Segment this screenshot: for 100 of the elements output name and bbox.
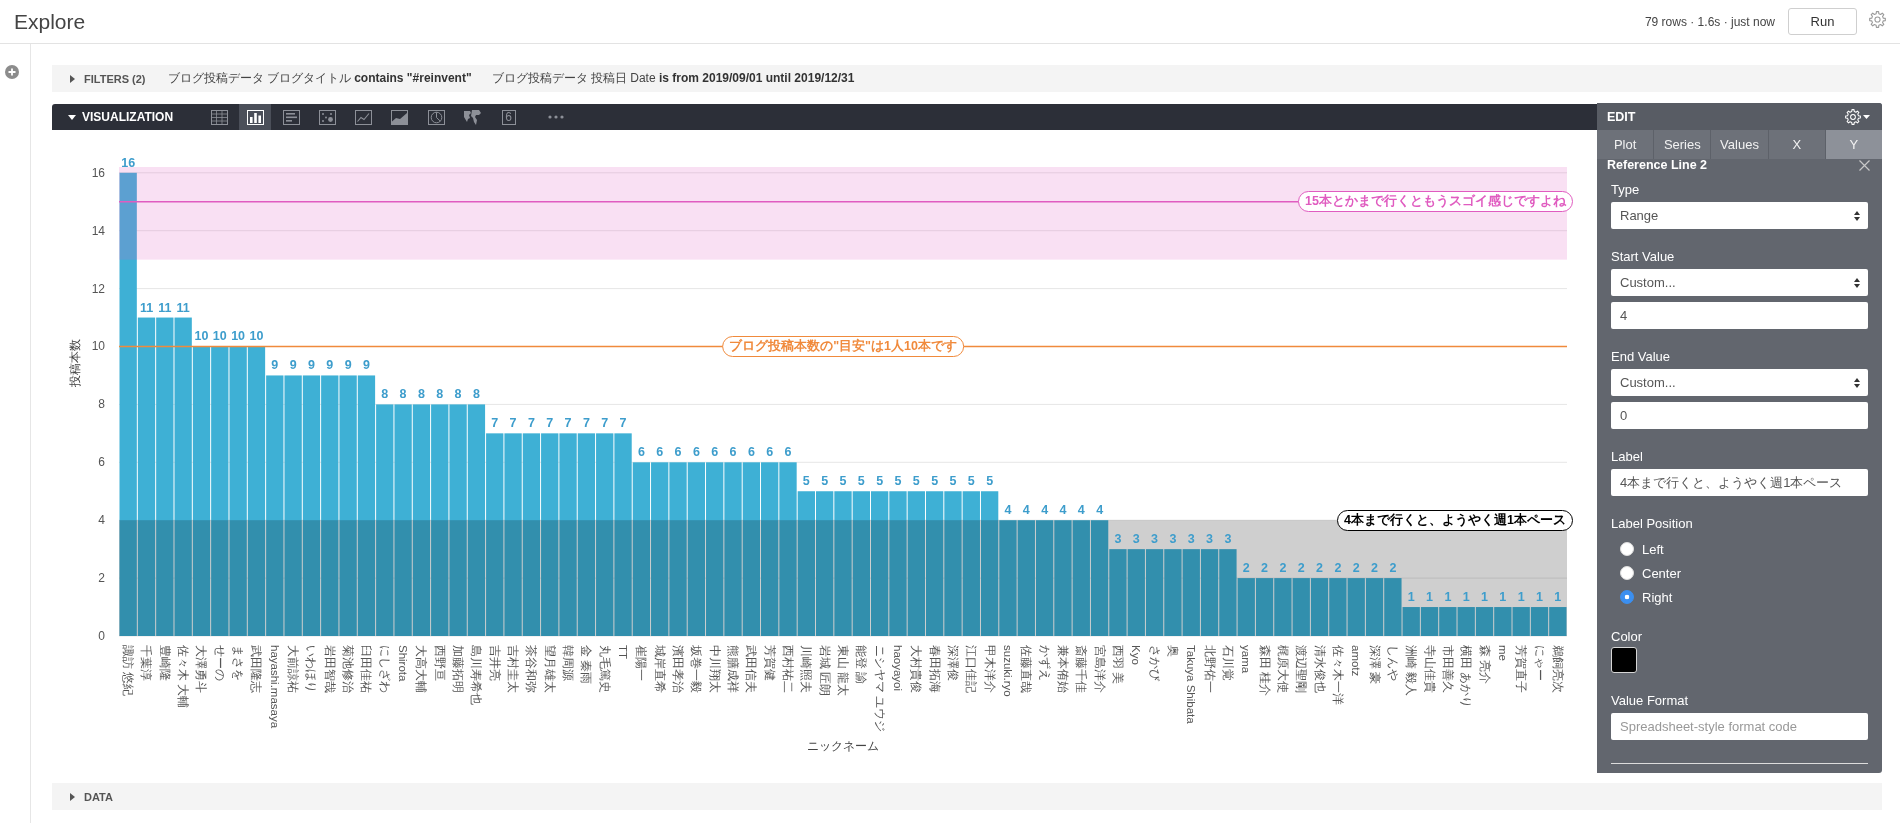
category-label: 城岸直希 [653,645,666,693]
value-label: 3 [1206,532,1214,547]
dropdown[interactable]: Range [1611,202,1868,229]
text-input[interactable]: 4 [1611,302,1868,329]
category-label: 梶原大使 [1276,645,1289,693]
caret-icon[interactable] [70,792,75,801]
tab[interactable]: Values [1711,130,1769,159]
data-toggle[interactable]: DATA [84,790,113,803]
category-label: 韓周源 [562,645,575,681]
category-label: 奥 [1166,645,1179,657]
settings-icon[interactable] [1869,11,1886,28]
run-button[interactable]: Run [1788,8,1857,35]
category-label: 崔陽一 [635,645,648,681]
category-label: 洲崎 毅人 [1405,645,1418,697]
value-label: 3 [1224,532,1232,547]
tick-label: 12 [91,281,105,296]
caret-icon[interactable] [68,114,76,120]
category-label: せーの [213,645,226,681]
category-label: 武田信夫 [745,645,758,693]
reference-label: 4本まで行くと、ようやく週1本ペース [1337,509,1573,531]
text-input[interactable]: Spreadsheet-style format code [1611,713,1868,740]
chart-type-button[interactable]: 6 [492,104,525,130]
category-label: 吉村圭太 [507,645,520,693]
more-icon [547,115,564,119]
value-label: 5 [802,474,810,489]
query-status: 79 rows · 1.6s · just now [1644,14,1775,29]
text-input[interactable]: 4本まで行くと、ようやく週1本ペース [1611,469,1868,496]
filter-expression: ブログ投稿データ ブログタイトル contains "#reinvent" [167,70,472,87]
category-label: 芳賀直子 [1515,645,1528,693]
category-label: いわほり [305,645,318,693]
field-label: Label Position [1611,516,1694,532]
field-label: Color [1611,629,1644,645]
column-chart-icon [246,109,264,125]
value-label: 4 [1077,503,1085,518]
dropdown[interactable]: Custom... [1611,369,1868,396]
reference-label: ブログ投稿本数の"目安"は1人10本です [722,336,964,357]
value-label: 3 [1114,532,1122,547]
caret-icon[interactable] [70,74,75,83]
category-label: 寺山佳貴 [1423,645,1436,693]
color-swatch[interactable] [1611,647,1637,673]
category-label: 市田善久 [1441,645,1454,693]
category-label: TT [617,645,630,660]
world-map-icon [463,109,481,125]
category-label: 西村祐二 [782,645,794,693]
text-input[interactable]: 0 [1611,402,1868,429]
value-label: 5 [967,474,975,489]
value-label: 1 [1499,590,1507,605]
tab[interactable]: Plot [1597,130,1655,159]
up-down-caret-icon [1854,210,1860,221]
tab[interactable]: X [1768,130,1826,159]
category-label: にゃー [1533,645,1546,681]
category-label: Shirota [397,645,410,682]
category-label: 佐藤直哉 [1020,645,1033,693]
section-title: Reference Line 2 [1607,158,1708,172]
bar [1475,607,1494,636]
field-label: Label [1611,449,1644,465]
value-label: 7 [491,416,499,431]
value-label: 8 [454,387,462,402]
value-label: 1 [1554,590,1562,605]
value-label: 10 [249,329,264,344]
value-label: 1 [1462,590,1470,605]
radio-button[interactable] [1620,590,1634,604]
tick-label: 4 [98,513,105,528]
category-label: 望月雄太 [543,645,556,693]
bar [1347,578,1365,636]
category-label: 諏訪 悠紀 [122,645,135,697]
value-label: 6 [637,445,645,460]
value-label: 5 [986,474,994,489]
radio-label[interactable]: Right [1642,589,1673,605]
chart-type-button[interactable] [239,104,272,130]
radio-label[interactable]: Left [1642,541,1664,557]
value-label: 9 [344,358,352,373]
visualization-toggle[interactable]: VISUALIZATION [82,110,174,124]
close-icon[interactable] [1859,159,1870,171]
filter-expression: ブログ投稿データ 投稿日 Date is from 2019/09/01 until 2019/12/31 [491,70,855,87]
settings-button[interactable] [1845,108,1870,125]
value-label: 1 [1426,590,1433,605]
category-label: 濱田孝治 [672,645,685,693]
field-label: End Value [1611,349,1672,365]
tick-label: 16 [91,165,105,180]
category-label: 東山 龍太 [837,645,849,697]
value-label: 5 [912,474,920,489]
value-label: 4 [1059,503,1067,518]
category-label: 宮島洋介 [1093,645,1106,693]
bar [1365,578,1384,636]
bar [1494,607,1512,636]
category-label: 兼本侑始 [1056,645,1069,693]
radio-label[interactable]: Center [1642,565,1682,581]
category-label: 渡辺聖剛 [1295,645,1308,693]
value-label: 1 [1536,590,1543,605]
gear-icon [1845,108,1861,125]
filters-toggle[interactable]: FILTERS (2) [84,72,146,85]
tab[interactable]: Series [1654,130,1712,159]
value-label: 10 [212,329,227,344]
value-label: 7 [601,416,609,431]
add-icon[interactable] [5,65,19,79]
value-label: 4 [1004,503,1012,518]
category-label: 深澤俊 [946,645,959,681]
dropdown[interactable]: Custom... [1611,269,1868,296]
tick-label: 2 [98,571,105,586]
